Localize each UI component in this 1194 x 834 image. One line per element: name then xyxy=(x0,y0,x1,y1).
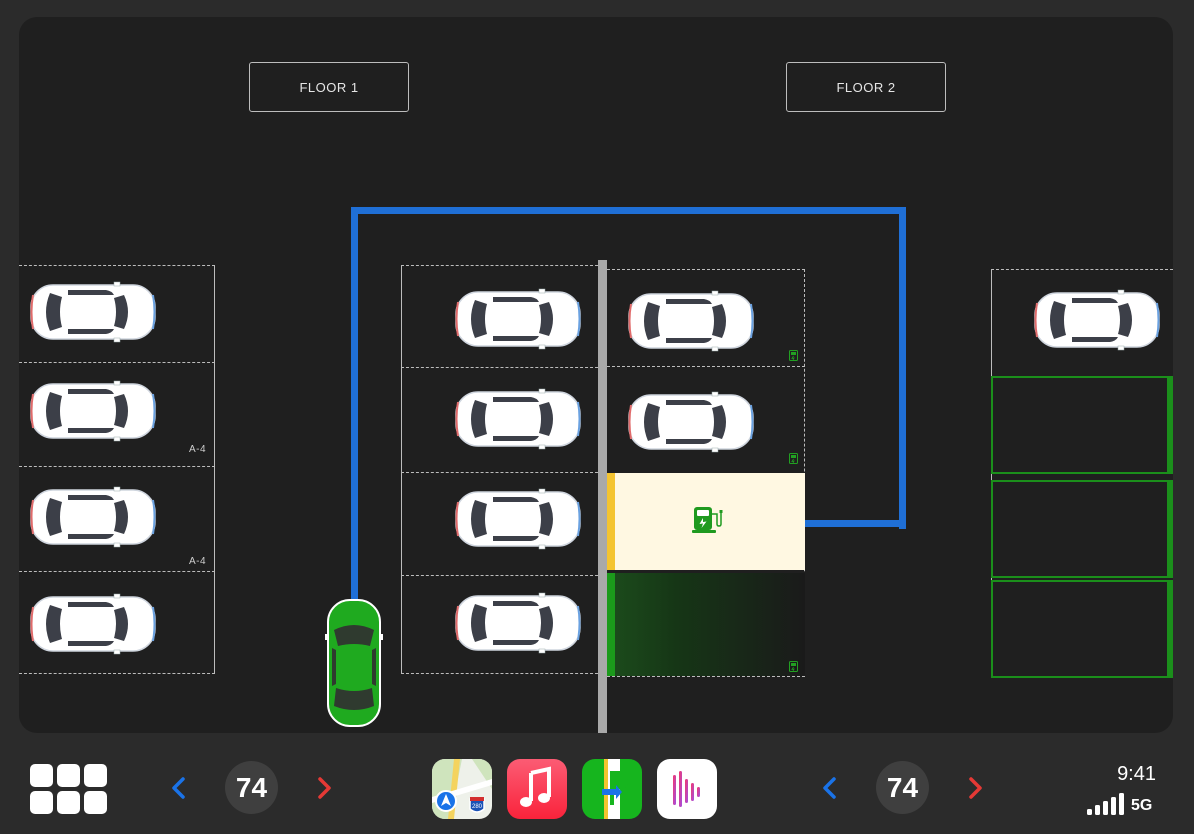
audio-app-icon[interactable] xyxy=(657,759,717,819)
slot-line xyxy=(607,676,805,677)
svg-text:280: 280 xyxy=(472,804,483,810)
slot-line xyxy=(401,367,598,368)
chevron-right-icon[interactable] xyxy=(964,775,986,801)
available-ev-slot[interactable] xyxy=(607,573,805,676)
slot-label: A-4 xyxy=(189,444,207,455)
slot-label: A-4 xyxy=(189,556,207,567)
parked-car xyxy=(453,592,583,654)
available-slot[interactable] xyxy=(991,480,1173,578)
dock-bar: 74 280 74 9:41 5G xyxy=(0,745,1194,834)
parked-car xyxy=(453,288,583,350)
parked-car xyxy=(626,290,756,352)
slot-line xyxy=(19,673,215,674)
slot-line xyxy=(19,265,215,266)
parked-car xyxy=(453,388,583,450)
slot-line xyxy=(401,265,598,266)
clock: 9:41 xyxy=(1117,763,1156,785)
app-grid-button[interactable] xyxy=(30,764,110,814)
chevron-left-icon[interactable] xyxy=(168,775,190,801)
slot-edge xyxy=(214,265,215,673)
slot-line xyxy=(19,466,215,467)
parked-car xyxy=(28,380,158,442)
ev-charger-icon xyxy=(789,453,798,464)
available-marker xyxy=(607,573,615,676)
slot-line xyxy=(19,571,215,572)
ev-charger-icon xyxy=(692,507,723,533)
left-temperature: 74 xyxy=(225,761,278,814)
parked-car xyxy=(28,486,158,548)
available-slot[interactable] xyxy=(991,376,1173,474)
selected-ev-slot[interactable] xyxy=(607,473,805,570)
parked-car xyxy=(28,281,158,343)
floor-1-button[interactable]: FLOOR 1 xyxy=(249,62,409,112)
route-line xyxy=(351,207,906,214)
music-app-icon[interactable] xyxy=(507,759,567,819)
ev-charger-icon xyxy=(789,661,798,672)
parked-car xyxy=(1032,289,1162,351)
chevron-left-icon[interactable] xyxy=(819,775,841,801)
available-slot[interactable] xyxy=(991,580,1173,678)
floor-2-button[interactable]: FLOOR 2 xyxy=(786,62,946,112)
slot-line xyxy=(607,269,805,270)
slot-line xyxy=(607,366,805,367)
chevron-right-icon[interactable] xyxy=(313,775,335,801)
right-temperature: 74 xyxy=(876,761,929,814)
slot-line xyxy=(991,269,1173,270)
parking-map: FLOOR 1 FLOOR 2 A-4 A-4 xyxy=(19,17,1173,733)
parked-car xyxy=(453,488,583,550)
slot-edge xyxy=(401,265,402,673)
signal-strength-icon xyxy=(1087,793,1124,815)
ev-charger-icon xyxy=(789,350,798,361)
selected-marker xyxy=(607,473,615,570)
route-line xyxy=(899,207,906,529)
maps-app-icon[interactable]: 280 xyxy=(432,759,492,819)
slot-line xyxy=(401,673,598,674)
slot-line xyxy=(401,472,598,473)
parked-car xyxy=(28,593,158,655)
slot-line xyxy=(401,575,598,576)
network-type: 5G xyxy=(1131,797,1153,814)
parked-car xyxy=(626,391,756,453)
parking-app-icon[interactable] xyxy=(582,759,642,819)
slot-line xyxy=(19,362,215,363)
user-car xyxy=(325,599,383,727)
lane-divider xyxy=(598,260,607,733)
route-line xyxy=(351,207,358,607)
